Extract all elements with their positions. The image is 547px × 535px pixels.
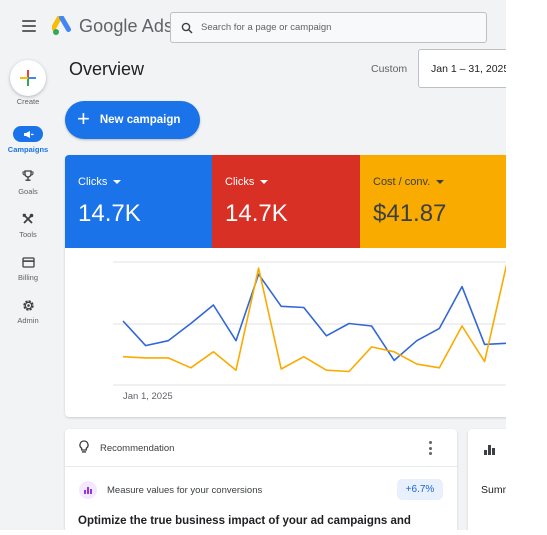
dropdown-caret-icon[interactable] [436, 180, 445, 184]
nav-item-label: Admin [17, 316, 39, 325]
x-axis-tick-label: Jan 1, 2025 [123, 391, 173, 402]
chart-series-line-1 [122, 273, 506, 362]
credit-card-icon [21, 256, 35, 268]
new-campaign-label: New campaign [99, 114, 181, 126]
top-bar: Google Ads [0, 0, 506, 54]
tools-icon [22, 213, 34, 224]
create-label: Create [16, 97, 40, 106]
recommendation-body: Optimize the true business impact of you… [78, 515, 411, 527]
bar-chart-icon [484, 445, 495, 455]
date-range-picker[interactable]: Jan 1 – 31, 2025 [418, 49, 506, 88]
menu-icon[interactable] [22, 20, 36, 32]
recommendation-header: Recommendation [65, 429, 457, 467]
nav-item-label: Billing [17, 273, 38, 282]
summary-title: Summ [481, 484, 506, 496]
chart-series-line-2 [122, 263, 506, 373]
metric-value: 14.7K [78, 200, 141, 227]
search-box[interactable] [170, 12, 487, 43]
new-campaign-button[interactable]: + New campaign [65, 101, 200, 139]
dropdown-caret-icon[interactable] [113, 180, 122, 184]
metric-label: Clicks [225, 176, 255, 188]
metric-value: $41.87 [373, 200, 447, 227]
nav-item-campaigns[interactable]: Campaigns [0, 125, 56, 154]
recommendation-card: Recommendation Measure values for your c… [65, 429, 457, 530]
gear-icon [22, 299, 34, 311]
summary-card: Summ [468, 429, 506, 530]
trophy-icon [22, 170, 34, 181]
bar-chart-icon [79, 481, 97, 499]
nav-item-goals[interactable]: Goals [0, 167, 56, 196]
metrics-card: Clicks 14.7K Clicks 14.7K Cost / conv. $… [65, 155, 506, 417]
metric-value: 14.7K [225, 200, 288, 227]
dropdown-caret-icon[interactable] [260, 180, 269, 184]
create-button[interactable] [10, 60, 46, 96]
recommendation-item[interactable]: Measure values for your conversions [107, 485, 262, 496]
nav-item-admin[interactable]: Admin [0, 296, 56, 325]
plus-icon: + [77, 106, 90, 131]
brand-name: Google Ads [79, 16, 174, 36]
uplift-badge: +6.7% [397, 479, 443, 500]
recommendation-title: Recommendation [100, 443, 175, 454]
nav-item-billing[interactable]: Billing [0, 253, 56, 282]
google-ads-logo [52, 16, 71, 35]
lightbulb-icon [79, 440, 89, 453]
nav-item-tools[interactable]: Tools [0, 210, 56, 239]
metric-tile-cost-per-conv[interactable]: Cost / conv. $41.87 [360, 155, 506, 248]
search-icon [181, 22, 193, 34]
campaigns-icon [23, 130, 33, 138]
page-title: Overview [69, 59, 145, 79]
nav-item-label: Goals [18, 187, 38, 196]
metric-tile-clicks-2[interactable]: Clicks 14.7K [212, 155, 360, 248]
date-range-value: Jan 1 – 31, 2025 [431, 62, 506, 75]
more-vert-icon[interactable] [423, 439, 437, 457]
search-input[interactable] [201, 22, 461, 33]
plus-icon [20, 70, 36, 86]
metric-label: Cost / conv. [373, 176, 431, 188]
metric-tile-clicks[interactable]: Clicks 14.7K [65, 155, 212, 248]
nav-item-label: Tools [19, 230, 37, 239]
nav-item-label: Campaigns [7, 145, 49, 154]
date-preset-label: Custom [371, 63, 408, 75]
metric-label: Clicks [78, 176, 108, 188]
google-ads-app: Google Ads Create [0, 0, 506, 530]
